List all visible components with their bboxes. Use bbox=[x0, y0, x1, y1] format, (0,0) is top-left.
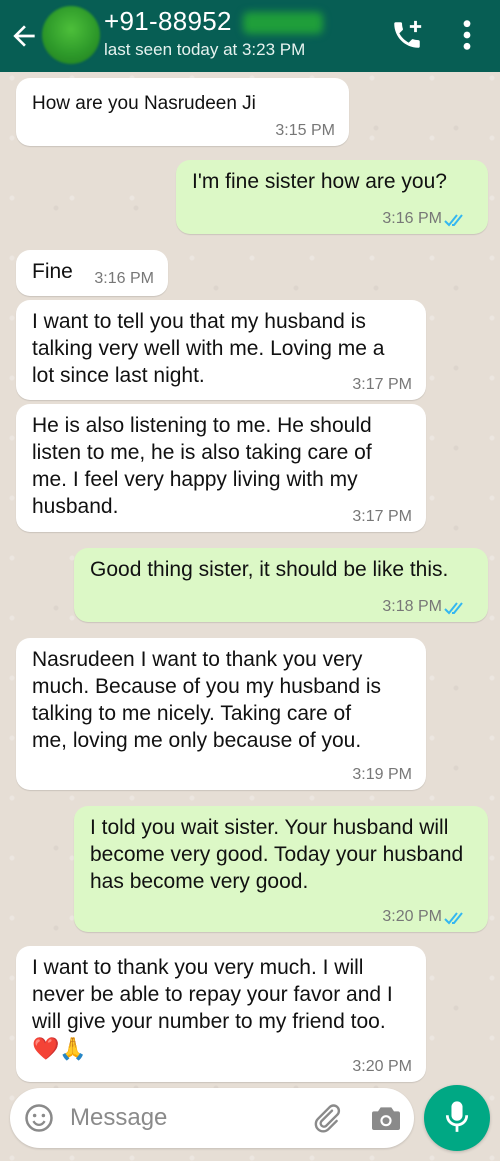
message-bubble-outgoing[interactable]: I'm fine sister how are you? 3:16 PM bbox=[176, 160, 488, 234]
message-time: 3:18 PM bbox=[382, 598, 442, 615]
message-text: He is also listening to me. He should li… bbox=[32, 414, 372, 518]
message-text: Nasrudeen I want to thank you very much.… bbox=[32, 648, 382, 752]
message-text: I told you wait sister. Your husband wil… bbox=[90, 816, 464, 893]
message-time: 3:19 PM bbox=[352, 766, 412, 783]
contact-name[interactable]: +91-88952 bbox=[104, 6, 232, 37]
message-text-body: I want to thank you very much. I will ne… bbox=[32, 956, 393, 1033]
message-bubble-incoming[interactable]: Fine 3:16 PM bbox=[16, 250, 168, 296]
message-time: 3:15 PM bbox=[275, 122, 335, 139]
message-text: Good thing sister, it should be like thi… bbox=[90, 558, 449, 581]
message-bubble-incoming[interactable]: How are you Nasrudeen Ji 3:15 PM bbox=[16, 78, 349, 146]
redacted-number-blur bbox=[243, 12, 323, 34]
message-time: 3:17 PM bbox=[352, 376, 412, 393]
mic-button[interactable] bbox=[424, 1085, 490, 1151]
message-text: How are you Nasrudeen Ji bbox=[32, 93, 256, 114]
camera-icon[interactable] bbox=[370, 1103, 402, 1133]
message-bubble-incoming[interactable]: Nasrudeen I want to thank you very much.… bbox=[16, 638, 426, 790]
message-bubble-outgoing[interactable]: Good thing sister, it should be like thi… bbox=[74, 548, 488, 622]
double-check-icon bbox=[444, 214, 463, 227]
double-check-icon bbox=[444, 912, 463, 925]
back-arrow-icon[interactable] bbox=[8, 20, 40, 52]
message-bubble-incoming[interactable]: I want to thank you very much. I will ne… bbox=[16, 946, 426, 1082]
attach-icon[interactable] bbox=[310, 1102, 342, 1134]
message-bubble-outgoing[interactable]: I told you wait sister. Your husband wil… bbox=[74, 806, 488, 932]
message-time: 3:20 PM bbox=[382, 908, 442, 925]
mic-icon bbox=[445, 1101, 469, 1132]
message-text: I'm fine sister how are you? bbox=[192, 170, 447, 193]
message-time: 3:16 PM bbox=[94, 270, 154, 287]
message-composer bbox=[10, 1088, 414, 1148]
message-bubble-incoming[interactable]: I want to tell you that my husband is ta… bbox=[16, 300, 426, 400]
chat-header: +91-88952 last seen today at 3:23 PM bbox=[0, 0, 500, 72]
add-call-icon[interactable] bbox=[390, 18, 424, 52]
last-seen-status: last seen today at 3:23 PM bbox=[104, 40, 306, 59]
message-bubble-incoming[interactable]: He is also listening to me. He should li… bbox=[16, 404, 426, 532]
message-time: 3:17 PM bbox=[352, 508, 412, 525]
message-input[interactable] bbox=[70, 1102, 270, 1134]
emoji-icon[interactable] bbox=[24, 1103, 54, 1133]
message-time: 3:20 PM bbox=[352, 1058, 412, 1075]
message-time: 3:16 PM bbox=[382, 210, 442, 227]
more-options-icon[interactable] bbox=[460, 18, 474, 52]
message-text: I want to thank you very much. I will ne… bbox=[32, 954, 410, 1063]
double-check-icon bbox=[444, 602, 463, 615]
emoji-heart-pray: ❤️🙏 bbox=[32, 1036, 87, 1061]
avatar[interactable] bbox=[42, 6, 100, 64]
